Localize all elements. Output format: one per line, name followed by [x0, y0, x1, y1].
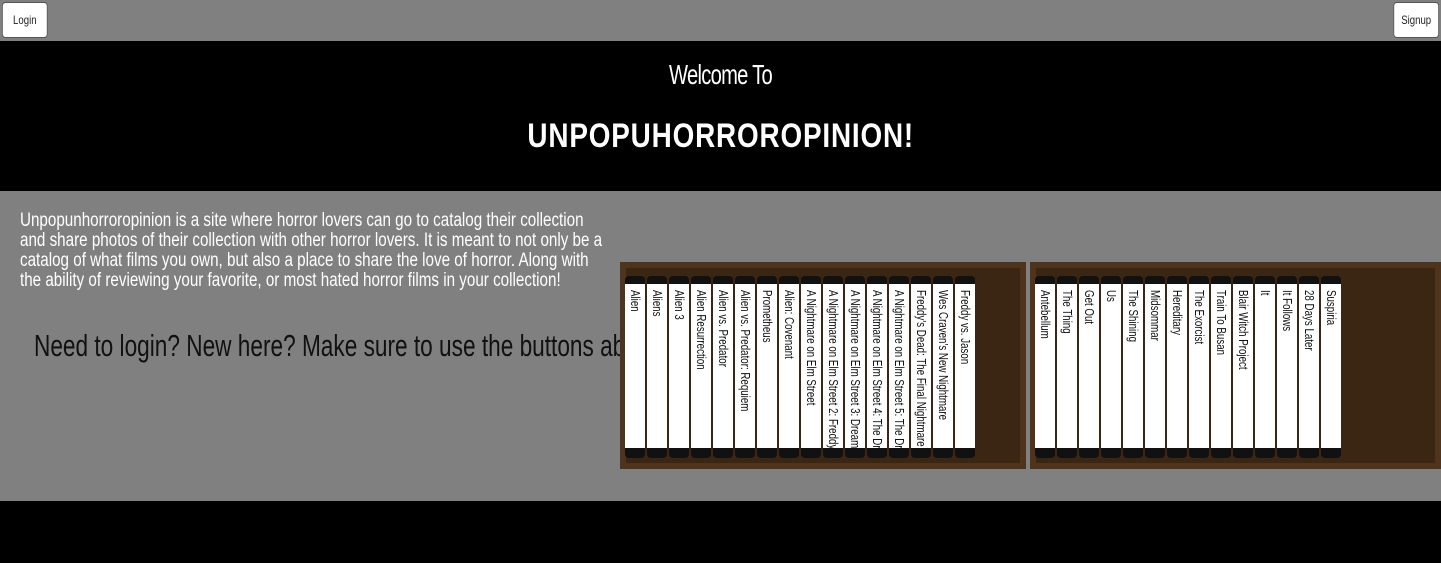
- movie-spine-title: Midsommar: [1148, 290, 1163, 341]
- movie-spine-title: Aliens: [650, 290, 665, 317]
- movie-spine[interactable]: Antebellum: [1035, 276, 1055, 458]
- movie-spine[interactable]: Prometheus: [757, 276, 777, 458]
- movie-spine-title: Freddy vs. Jason: [958, 290, 973, 365]
- site-title-text: UNPOPUHORROROPINION!: [527, 117, 914, 155]
- top-nav-bar: Login Signup: [0, 0, 1441, 41]
- login-button[interactable]: Login: [2, 2, 48, 38]
- movie-spine[interactable]: Alien vs. Predator: [713, 276, 733, 458]
- movie-spine-title: The Thing: [1060, 290, 1075, 334]
- movie-spine[interactable]: Alien 3: [669, 276, 689, 458]
- movie-spine[interactable]: Hereditary: [1167, 276, 1187, 458]
- movie-spine[interactable]: Wes Craven's New Nightmare: [933, 276, 953, 458]
- movie-spine-title: A Nightmare on Elm Street 3: Dream Warri…: [848, 290, 863, 458]
- movie-spine-title: Suspiria: [1324, 290, 1339, 326]
- movie-spine[interactable]: A Nightmare on Elm Street: [801, 276, 821, 458]
- movie-spine[interactable]: The Shining: [1123, 276, 1143, 458]
- movie-spine[interactable]: Us: [1101, 276, 1121, 458]
- movie-spine[interactable]: Freddy's Dead: The Final Nightmare: [911, 276, 931, 458]
- site-header: Welcome To UNPOPUHORROROPINION!: [0, 41, 1441, 191]
- movie-spine[interactable]: It: [1255, 276, 1275, 458]
- movie-spines-right: Antebellum The Thing Get Out Us The Shining M…: [1035, 276, 1343, 458]
- movie-spine-title: Alien vs. Predator: [716, 290, 731, 367]
- welcome-text: Welcome To: [669, 59, 773, 90]
- movie-spine-title: Antebellum: [1038, 290, 1053, 339]
- site-description: Unpopunhorroropinion is a site where hor…: [20, 210, 603, 291]
- signup-button[interactable]: Signup: [1393, 2, 1439, 38]
- movie-spine[interactable]: Alien vs. Predator: Requiem: [735, 276, 755, 458]
- movie-spine[interactable]: Alien: Covenant: [779, 276, 799, 458]
- movie-spine[interactable]: A Nightmare on Elm Street 2: Freddy's Re…: [823, 276, 843, 458]
- movie-spine[interactable]: The Thing: [1057, 276, 1077, 458]
- movie-spine-title: Alien 3: [672, 290, 687, 320]
- movie-spine-title: A Nightmare on Elm Street 4: The Dream M…: [870, 290, 885, 458]
- movie-spine[interactable]: Alien: [625, 276, 645, 458]
- movie-spine-title: Prometheus: [760, 290, 775, 343]
- movie-spine-title: 28 Days Later: [1302, 290, 1317, 351]
- movie-spine[interactable]: Midsommar: [1145, 276, 1165, 458]
- movie-spine[interactable]: Blair Witch Project: [1233, 276, 1253, 458]
- movie-spines-left: Alien Aliens Alien 3 Alien Resurrection Alie…: [625, 276, 977, 458]
- movie-spine-title: A Nightmare on Elm Street 2: Freddy's Re…: [826, 290, 841, 458]
- movie-spine-title: The Shining: [1126, 290, 1141, 343]
- movie-spine[interactable]: Aliens: [647, 276, 667, 458]
- site-title: UNPOPUHORROROPINION!: [0, 117, 1441, 156]
- movie-spine-title: Train To Busan: [1214, 290, 1229, 356]
- movie-spine-title: Alien Resurrection: [694, 290, 709, 370]
- movie-spine[interactable]: A Nightmare on Elm Street 4: The Dream M…: [867, 276, 887, 458]
- movie-spine[interactable]: Train To Busan: [1211, 276, 1231, 458]
- movie-spine[interactable]: Get Out: [1079, 276, 1099, 458]
- movie-spine[interactable]: Alien Resurrection: [691, 276, 711, 458]
- movie-spine-title: Alien vs. Predator: Requiem: [738, 290, 753, 412]
- movie-spine-title: Us: [1104, 290, 1119, 302]
- movie-spine[interactable]: Freddy vs. Jason: [955, 276, 975, 458]
- movie-spine-title: Blair Witch Project: [1236, 290, 1251, 370]
- movie-spine-title: The Exorcist: [1192, 290, 1207, 345]
- movie-spine-title: A Nightmare on Elm Street 5: The Dream C…: [892, 290, 907, 458]
- movie-spine[interactable]: Suspiria: [1321, 276, 1341, 458]
- movie-spine[interactable]: 28 Days Later: [1299, 276, 1319, 458]
- movie-spine-title: It: [1258, 290, 1273, 296]
- movie-spine-title: Freddy's Dead: The Final Nightmare: [914, 290, 929, 447]
- movie-spine-title: Get Out: [1082, 290, 1097, 325]
- movie-spine[interactable]: A Nightmare on Elm Street 3: Dream Warri…: [845, 276, 865, 458]
- movie-spine-title: A Nightmare on Elm Street: [804, 290, 819, 406]
- movie-spine-title: Hereditary: [1170, 290, 1185, 335]
- movie-spine[interactable]: A Nightmare on Elm Street 5: The Dream C…: [889, 276, 909, 458]
- movie-spine[interactable]: The Exorcist: [1189, 276, 1209, 458]
- movie-spine-title: Wes Craven's New Nightmare: [936, 290, 951, 421]
- call-to-action: Need to login? New here? Make sure to us…: [34, 328, 669, 363]
- movie-spine[interactable]: It Follows: [1277, 276, 1297, 458]
- movie-spine-title: It Follows: [1280, 290, 1295, 332]
- welcome-heading: Welcome To: [0, 59, 1441, 91]
- movie-spine-title: Alien: [628, 290, 643, 312]
- movie-spine-title: Alien: Covenant: [782, 290, 797, 359]
